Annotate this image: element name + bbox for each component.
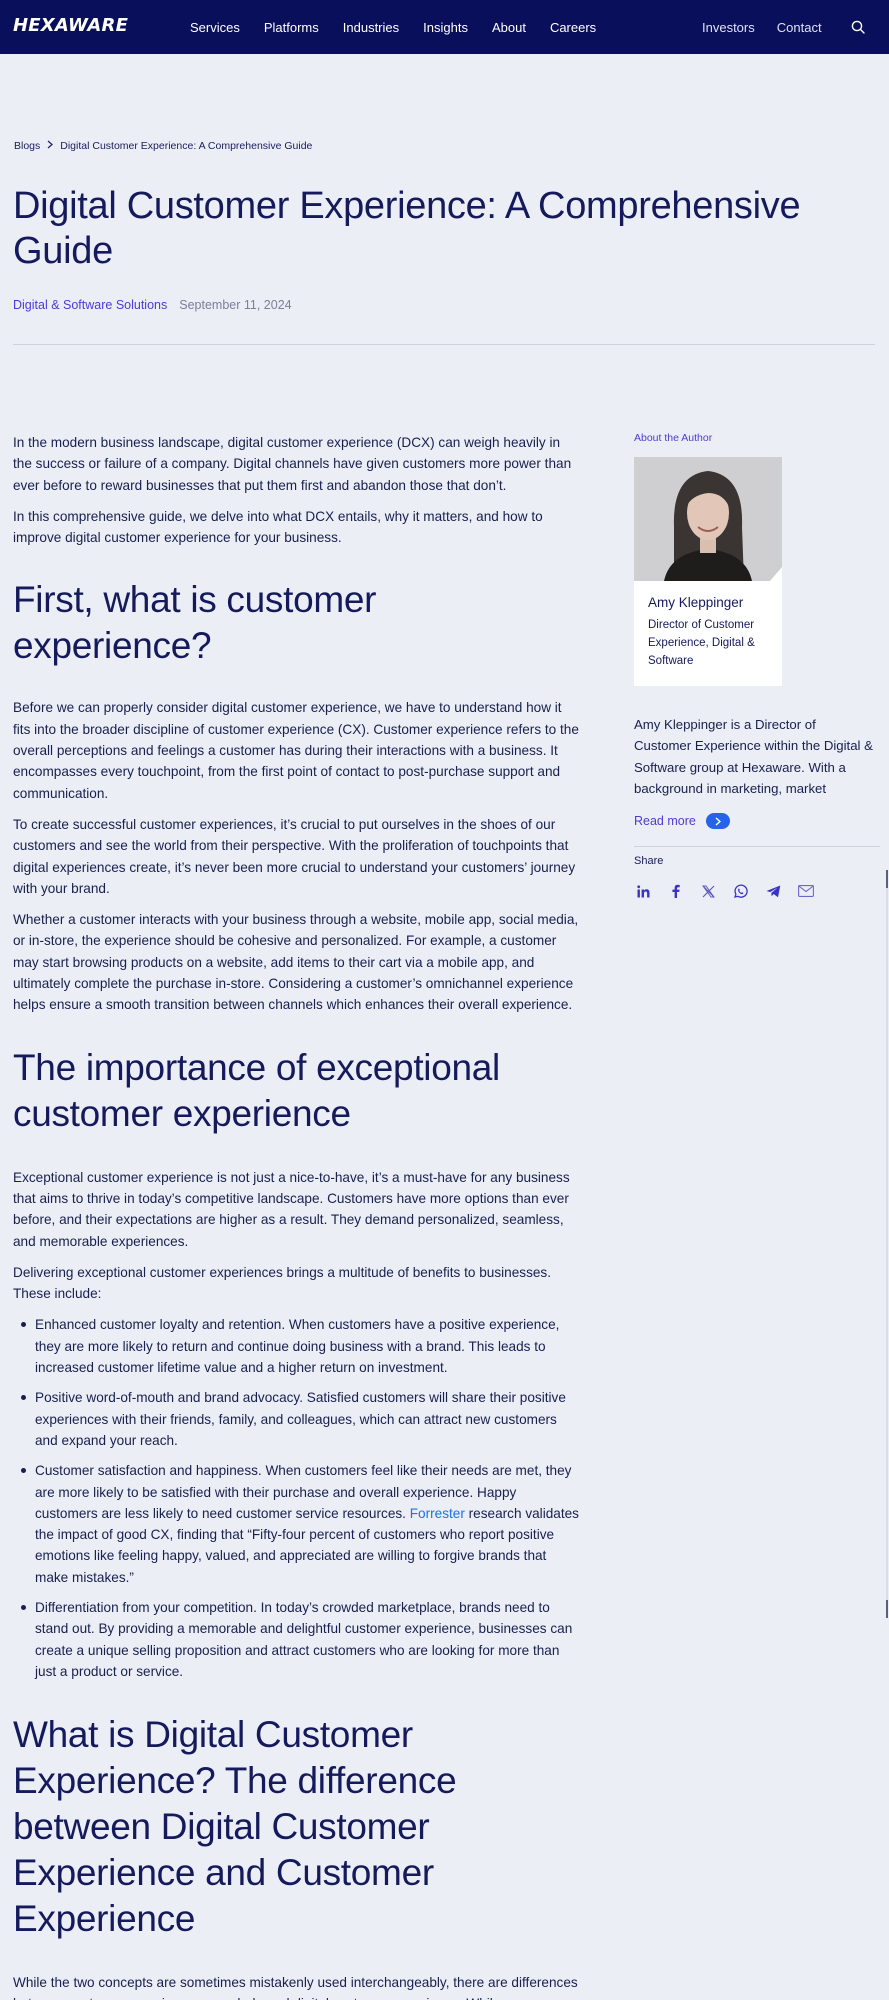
paragraph: While the two concepts are sometimes mis… <box>13 1975 578 2000</box>
paragraph: Delivering exceptional customer experien… <box>13 1264 551 1302</box>
nav-insights[interactable]: Insights <box>423 20 468 35</box>
x-icon[interactable] <box>699 882 717 900</box>
paragraph: To create successful customer experience… <box>13 816 576 896</box>
list-item: Positive word-of-mouth and brand advocac… <box>21 1387 581 1451</box>
nav-about[interactable]: About <box>492 20 526 35</box>
divider <box>634 846 880 847</box>
hexaware-logo[interactable]: HEXAWARE <box>13 15 128 36</box>
main-menu: Services Platforms Industries Insights A… <box>190 0 620 54</box>
read-more-label[interactable]: Read more <box>634 814 696 828</box>
facebook-icon[interactable] <box>667 882 685 900</box>
nav-careers[interactable]: Careers <box>550 20 596 35</box>
search-icon[interactable] <box>849 18 867 36</box>
paragraph: In the modern business landscape, digita… <box>13 435 572 493</box>
nav-services[interactable]: Services <box>190 20 240 35</box>
section-heading: What is Digital Customer Experience? The… <box>13 1714 457 1940</box>
author-sidebar: About the Author Amy Kleppinger Director… <box>634 432 880 900</box>
chevron-right-icon <box>47 140 54 152</box>
divider <box>13 344 875 345</box>
breadcrumb-current: Digital Customer Experience: A Comprehen… <box>60 140 313 152</box>
paragraph: Before we can properly consider digital … <box>13 700 579 801</box>
linkedin-icon[interactable] <box>634 882 652 900</box>
section-heading: First, what is customer experience? <box>13 579 377 667</box>
indicator-tick <box>886 1600 888 1618</box>
author-role: Director of Customer Experience, Digital… <box>648 619 755 667</box>
email-icon[interactable] <box>797 882 815 900</box>
read-more-link[interactable]: Read more <box>634 813 879 829</box>
chevron-right-icon[interactable] <box>705 813 730 829</box>
telegram-icon[interactable] <box>764 882 782 900</box>
paragraph: Whether a customer interacts with your b… <box>13 912 579 1013</box>
indicator-tick <box>886 870 888 888</box>
category-link[interactable]: Digital & Software Solutions <box>13 298 167 312</box>
page-title: Digital Customer Experience: A Comprehen… <box>13 185 801 272</box>
whatsapp-icon[interactable] <box>732 882 750 900</box>
paragraph: In this comprehensive guide, we delve in… <box>13 508 543 546</box>
forrester-link[interactable]: Forrester <box>410 1506 465 1521</box>
author-card: Amy Kleppinger Director of Customer Expe… <box>634 457 782 686</box>
publish-date: September 11, 2024 <box>179 298 292 312</box>
author-bio: Amy Kleppinger is a Director of Customer… <box>634 717 873 796</box>
top-navigation: HEXAWARE Services Platforms Industries I… <box>0 0 889 54</box>
about-author-label: About the Author <box>634 432 713 444</box>
scroll-indicator <box>886 870 888 1618</box>
list-item: Differentiation from your competition. I… <box>21 1597 581 1682</box>
author-info: Amy Kleppinger Director of Customer Expe… <box>634 581 782 686</box>
section-heading: The importance of exceptional customer e… <box>13 1046 500 1134</box>
nav-platforms[interactable]: Platforms <box>264 20 319 35</box>
benefits-list: Enhanced customer loyalty and retention.… <box>21 1314 581 1682</box>
nav-industries[interactable]: Industries <box>343 20 399 35</box>
list-item: Enhanced customer loyalty and retention.… <box>21 1314 581 1378</box>
share-label: Share <box>634 855 664 867</box>
paragraph: Exceptional customer experience is not j… <box>13 1169 570 1249</box>
share-icons <box>634 882 879 900</box>
list-item: Customer satisfaction and happiness. Whe… <box>21 1460 581 1588</box>
nav-investors[interactable]: Investors <box>702 20 755 35</box>
author-name[interactable]: Amy Kleppinger <box>648 595 768 610</box>
breadcrumb-blogs[interactable]: Blogs <box>14 140 40 152</box>
breadcrumb: Blogs Digital Customer Experience: A Com… <box>14 140 312 152</box>
nav-contact[interactable]: Contact <box>777 20 822 35</box>
article-meta: Digital & Software Solutions September 1… <box>13 298 292 312</box>
secondary-menu: Investors Contact <box>702 0 844 54</box>
article-body: In the modern business landscape, digita… <box>13 432 581 2000</box>
author-photo <box>634 457 782 581</box>
